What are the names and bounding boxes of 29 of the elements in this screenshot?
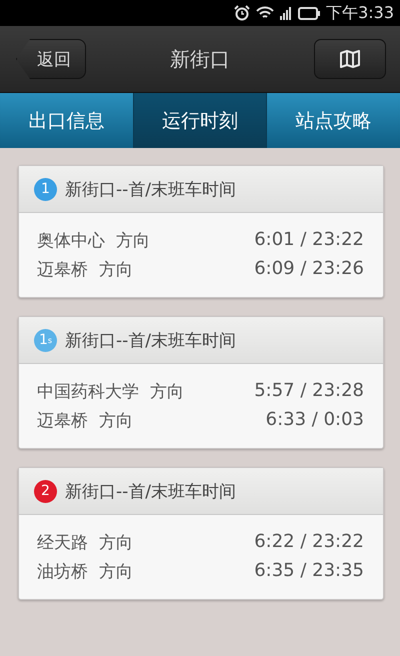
direction-name: 中国药科大学 方向 (37, 381, 184, 403)
page-title: 新街口 (170, 46, 230, 72)
line-badge: 2 (34, 480, 57, 502)
tab[interactable]: 出口信息 (0, 93, 134, 148)
first-last-times: 6:09 / 23:26 (254, 258, 364, 281)
first-last-times: 6:35 / 23:35 (254, 560, 364, 583)
line-badge: 1 (34, 178, 57, 200)
card-title: 新街口--首/末班车时间 (65, 480, 236, 502)
alarm-clock-icon (234, 5, 250, 21)
first-last-times: 6:22 / 23:22 (254, 531, 364, 554)
first-last-times: 6:01 / 23:22 (254, 229, 364, 252)
direction-name: 经天路 方向 (37, 532, 133, 554)
direction-name: 迈皋桥 方向 (37, 410, 133, 432)
map-button[interactable] (314, 39, 386, 79)
card-title: 新街口--首/末班车时间 (65, 178, 236, 200)
direction-name: 奥体中心 方向 (37, 230, 150, 252)
tab[interactable]: 站点攻略 (267, 93, 400, 148)
card-title: 新街口--首/末班车时间 (65, 330, 236, 352)
battery-icon (298, 6, 320, 20)
direction-name: 油坊桥 方向 (37, 561, 133, 583)
first-last-times: 6:33 / 0:03 (266, 409, 364, 432)
status-time: 下午3:33 (326, 2, 394, 24)
wifi-icon (256, 6, 274, 20)
first-last-times: 5:57 / 23:28 (254, 380, 364, 403)
signal-icon (280, 6, 292, 20)
map-icon (339, 50, 361, 68)
tab[interactable]: 运行时刻 (134, 93, 268, 148)
direction-name: 迈皋桥 方向 (37, 259, 133, 281)
back-button[interactable]: 返回 (16, 39, 86, 79)
